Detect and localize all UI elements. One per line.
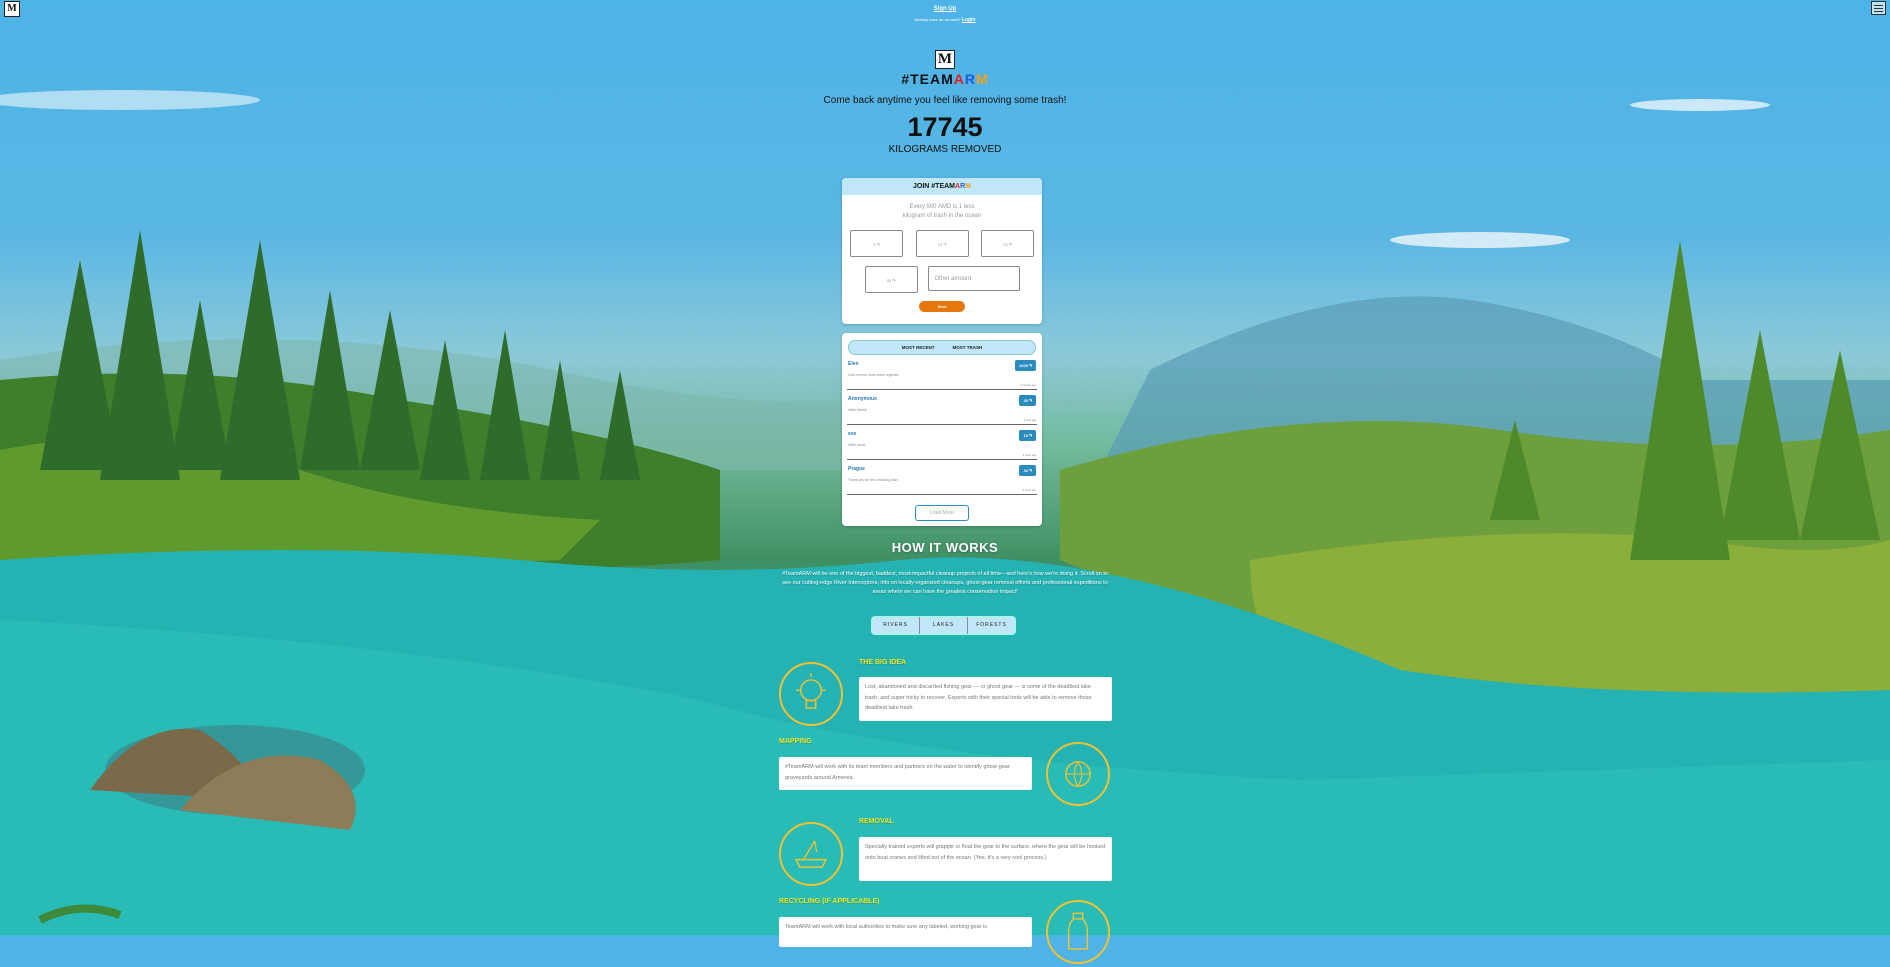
brand-logo-icon: M (935, 50, 955, 69)
step-text: TeamARM will work with local authorities… (779, 917, 1032, 947)
donation-time: 6 minutes ago (1020, 384, 1036, 387)
kilograms-counter: 17745 (907, 112, 983, 142)
donation-time: 2 hours ago (1022, 454, 1036, 457)
donor-message: Hello World! (848, 408, 867, 412)
section-title: HOW IT WORKS (891, 540, 999, 555)
step-text: Specially trained experts will grapple o… (859, 837, 1112, 881)
donation-amount-badge: 1000 ֏ (1015, 360, 1036, 371)
amount-option[interactable]: 50 ֏ (864, 266, 918, 293)
join-subtitle: Every 500 AMD is 1 less kilogram of trash… (902, 204, 982, 219)
donation-amount-badge: 30 ֏ (1019, 465, 1036, 476)
brand-title: #TEAMARM (901, 71, 989, 87)
join-card: JOIN #TEAMARM Every 500 AMD is 1 less kil… (842, 178, 1042, 324)
donation-item: eve Hello world 10 ֏ 2 hours ago (847, 425, 1037, 460)
counter-unit: KILOGRAMS REMOVED (888, 144, 1002, 155)
tab-rivers[interactable]: RIVERS (872, 617, 920, 634)
lightbulb-icon (779, 662, 843, 726)
next-button[interactable]: Next (919, 301, 965, 312)
have-account-text: Already have an account? Login (914, 17, 976, 23)
step-title: THE BIG IDEA (859, 659, 907, 666)
donor-message: Hello world (848, 443, 866, 447)
donation-time: 1 hour ago (1024, 419, 1036, 422)
donation-time: 3 hours ago (1022, 489, 1036, 492)
step-text: #TeamARM will work with its team members… (779, 757, 1032, 790)
how-it-works: HOW IT WORKS #TeamARM will be one of the… (0, 540, 1890, 597)
donor-name: eve (848, 431, 857, 437)
boat-crane-icon (779, 822, 843, 886)
donor-message: Lets remove more trash together (848, 373, 899, 377)
tab-forests[interactable]: FORESTS (968, 617, 1015, 634)
amount-option[interactable]: 10 ֏ (915, 230, 969, 257)
donation-amount-badge: 10 ֏ (1019, 430, 1036, 441)
donor-name: Anonymous (848, 396, 877, 402)
globe-icon (1046, 742, 1110, 806)
donation-item: Anonymous Hello World! 30 ֏ 1 hour ago (847, 390, 1037, 425)
auth-links: Sign Up Already have an account? Login (0, 6, 1890, 23)
tab-most-recent[interactable]: MOST RECENT (902, 341, 935, 354)
bottle-icon (1046, 900, 1110, 964)
amount-option[interactable]: 2 ֏ (850, 230, 903, 257)
join-title: JOIN #TEAMARM (842, 178, 1042, 195)
tab-most-trash[interactable]: MOST TRASH (953, 341, 983, 354)
donor-message: Thank you for this amazing plan (848, 478, 898, 482)
hero: M #TEAMARM Come back anytime you feel li… (0, 50, 1890, 155)
donation-item: Prague Thank you for this amazing plan 3… (847, 460, 1037, 495)
step-title: REMOVAL (859, 818, 894, 825)
donation-amount-badge: 30 ֏ (1019, 395, 1036, 406)
section-body: #TeamARM will be one of the biggest, bad… (782, 571, 1108, 595)
feed-tabs: MOST RECENT MOST TRASH (848, 340, 1036, 355)
tagline: Come back anytime you feel like removing… (823, 95, 1067, 106)
amount-option[interactable]: 25 ֏ (981, 230, 1034, 257)
habitat-tabs: RIVERS LAKES FORESTS (871, 616, 1016, 635)
signup-link[interactable]: Sign Up (0, 6, 1890, 12)
donor-name: Prague (848, 466, 865, 472)
donor-name: Elen (848, 361, 859, 367)
step-title: MAPPING (779, 738, 812, 745)
login-link[interactable]: Login (962, 17, 976, 23)
tab-lakes[interactable]: LAKES (920, 617, 968, 634)
step-text: Lost, abandoned and discarded fishing ge… (859, 677, 1112, 721)
donations-feed: MOST RECENT MOST TRASH Elen Lets remove … (842, 333, 1042, 526)
step-title: RECYCLING (IF APPLICABLE) (779, 898, 880, 905)
other-amount-input[interactable]: Other amount (927, 266, 1020, 291)
donation-item: Elen Lets remove more trash together 100… (847, 355, 1037, 390)
load-more-button[interactable]: Load More (915, 505, 969, 521)
